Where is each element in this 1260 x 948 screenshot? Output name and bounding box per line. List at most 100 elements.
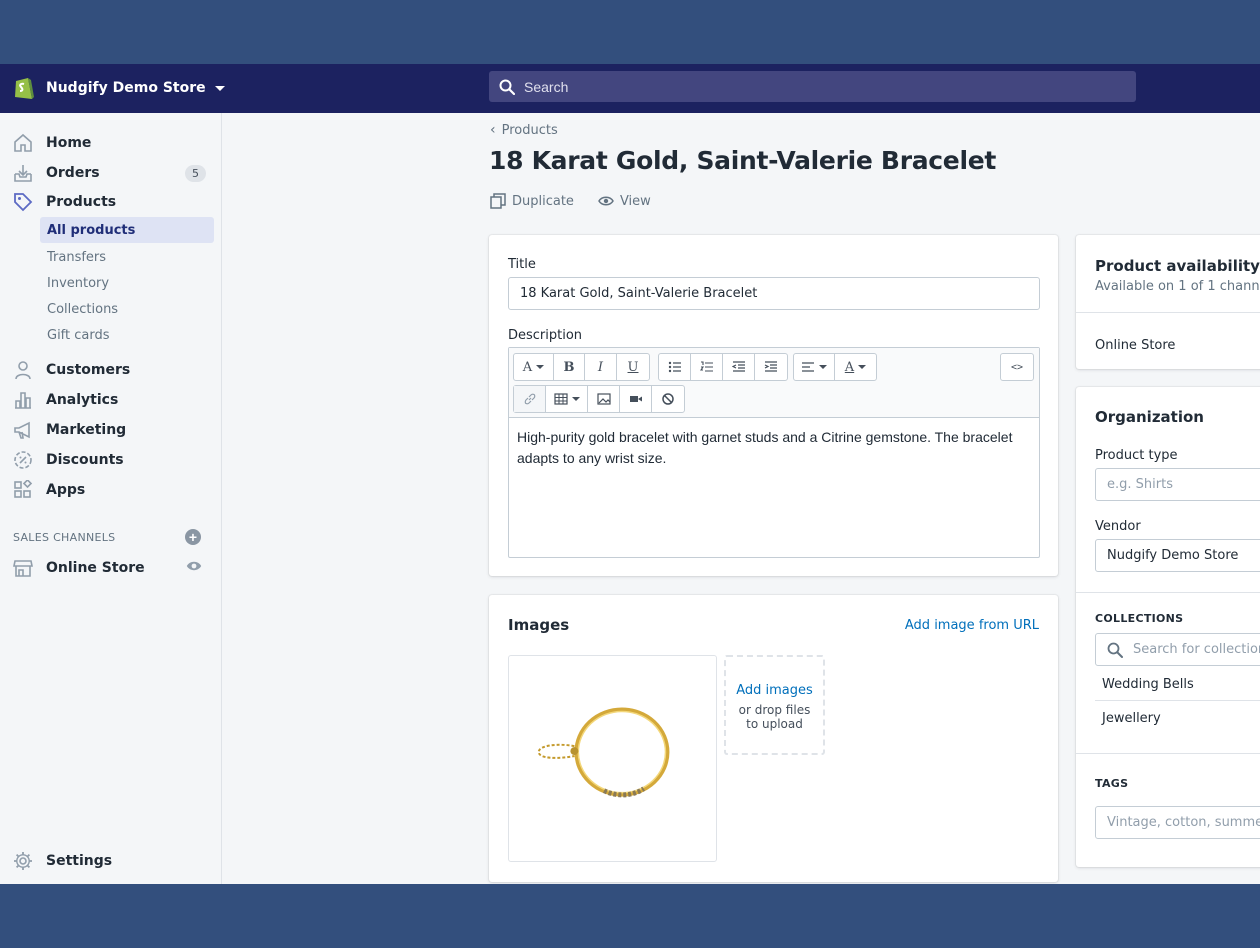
add-images-link[interactable]: Add images: [726, 683, 823, 698]
sidebar-item-orders[interactable]: Orders 5: [12, 161, 212, 185]
view-online-store-button[interactable]: [186, 558, 202, 578]
sidebar-item-label: Analytics: [46, 392, 119, 408]
divider: [1076, 753, 1260, 754]
text-color-icon: A: [844, 359, 855, 375]
divider: [1076, 592, 1260, 593]
discount-icon: [14, 451, 32, 469]
page-title: 18 Karat Gold, Saint-Valerie Bracelet: [489, 146, 997, 175]
font-icon: A: [522, 359, 533, 375]
image-drop-zone[interactable]: Add images or drop files to upload: [724, 655, 825, 755]
sidebar-item-home[interactable]: Home: [12, 131, 212, 155]
description-label: Description: [508, 328, 583, 343]
availability-card: Product availability Available on 1 of 1…: [1076, 235, 1260, 369]
view-button[interactable]: View: [598, 193, 651, 209]
sales-channels-heading: SALES CHANNELS: [13, 531, 116, 544]
shopify-admin-window: Nudgify Demo Store Home Orders 5 Product…: [0, 64, 1260, 884]
collections-search-placeholder: Search for collections: [1133, 642, 1260, 657]
shopify-logo-icon: [15, 78, 34, 99]
sidebar-item-marketing[interactable]: Marketing: [12, 418, 212, 442]
description-editor[interactable]: High-purity gold bracelet with garnet st…: [509, 418, 1039, 478]
sidebar-subitem-transfers[interactable]: Transfers: [40, 244, 214, 270]
duplicate-button[interactable]: Duplicate: [490, 193, 574, 209]
outdent-button[interactable]: [723, 354, 755, 380]
top-bar: Nudgify Demo Store: [0, 64, 1260, 113]
sidebar-item-label: Online Store: [46, 560, 145, 576]
bold-button[interactable]: B: [554, 354, 585, 380]
italic-button[interactable]: I: [585, 354, 617, 380]
bullet-list-button[interactable]: [659, 354, 691, 380]
underline-icon: U: [627, 359, 639, 375]
megaphone-icon: [14, 421, 30, 439]
vendor-field[interactable]: Nudgify Demo Store: [1095, 539, 1260, 572]
person-icon: [15, 361, 31, 380]
sidebar-item-customers[interactable]: Customers: [12, 358, 212, 382]
bar-chart-icon: [15, 392, 31, 409]
divider: [1095, 700, 1260, 701]
store-name: Nudgify Demo Store: [46, 80, 206, 96]
sidebar-subitem-gift-cards[interactable]: Gift cards: [40, 322, 214, 348]
sidebar-item-discounts[interactable]: Discounts: [12, 448, 212, 472]
sidebar-item-label: Apps: [46, 482, 86, 498]
page-actions: Duplicate View: [490, 193, 651, 209]
collection-item: Wedding Bells: [1102, 677, 1194, 692]
sidebar-item-analytics[interactable]: Analytics: [12, 388, 212, 412]
indent-button[interactable]: [755, 354, 787, 380]
breadcrumb-label: Products: [501, 122, 558, 138]
underline-button[interactable]: U: [617, 354, 649, 380]
sidebar-subitem-collections[interactable]: Collections: [40, 296, 214, 322]
bold-icon: B: [563, 359, 575, 375]
table-icon: [553, 393, 568, 405]
italic-icon: I: [597, 359, 604, 375]
insert-image-button[interactable]: [588, 386, 620, 412]
font-format-button[interactable]: A: [514, 354, 554, 380]
sidebar: Home Orders 5 Products All products Tran…: [0, 113, 222, 884]
align-left-icon: [802, 362, 814, 372]
html-toggle-button[interactable]: <>: [1001, 354, 1033, 380]
numbered-list-button[interactable]: [691, 354, 723, 380]
clear-format-icon: [662, 393, 674, 405]
text-color-button[interactable]: A: [835, 354, 876, 380]
product-type-field[interactable]: e.g. Shirts: [1095, 468, 1260, 501]
organization-title: Organization: [1095, 408, 1204, 426]
collections-search-field[interactable]: Search for collections: [1095, 633, 1260, 666]
add-image-from-url-link[interactable]: Add image from URL: [905, 618, 1039, 633]
align-button[interactable]: [794, 354, 835, 380]
sidebar-subitem-all-products[interactable]: All products: [40, 217, 214, 243]
duplicate-icon: [490, 193, 506, 209]
sidebar-item-products[interactable]: Products: [12, 190, 212, 214]
title-field[interactable]: 18 Karat Gold, Saint-Valerie Bracelet: [508, 277, 1040, 310]
home-icon: [14, 133, 32, 152]
product-image[interactable]: [508, 655, 717, 862]
chevron-down-icon: [214, 85, 225, 91]
search-bar[interactable]: [489, 71, 1136, 102]
store-switcher[interactable]: Nudgify Demo Store: [12, 74, 225, 102]
sidebar-item-label: Marketing: [46, 422, 127, 438]
sidebar-item-settings[interactable]: Settings: [12, 849, 212, 873]
tag-icon: [14, 193, 33, 212]
collections-label: COLLECTIONS: [1095, 612, 1184, 625]
search-icon: [1107, 642, 1123, 658]
image-icon: [596, 393, 611, 405]
product-details-card: Title 18 Karat Gold, Saint-Valerie Brace…: [489, 235, 1058, 576]
insert-video-button[interactable]: [620, 386, 652, 412]
add-channel-button[interactable]: +: [185, 529, 201, 545]
tags-field[interactable]: Vintage, cotton, summer: [1095, 806, 1260, 839]
link-button[interactable]: [514, 386, 546, 412]
tags-label: TAGS: [1095, 777, 1129, 790]
rich-text-editor: A B I U A <> High-purity gold bracelet w…: [508, 347, 1040, 558]
table-button[interactable]: [546, 386, 588, 412]
search-input[interactable]: [524, 78, 1136, 95]
sidebar-item-apps[interactable]: Apps: [12, 478, 212, 502]
editor-toolbar: A B I U A <>: [509, 348, 1039, 418]
indent-icon: [764, 361, 777, 372]
sidebar-subitem-inventory[interactable]: Inventory: [40, 270, 214, 296]
sidebar-item-online-store[interactable]: Online Store: [12, 556, 212, 580]
breadcrumb[interactable]: ‹ Products: [490, 122, 558, 138]
bullet-list-icon: [668, 361, 681, 373]
store-icon: [13, 560, 33, 577]
orders-icon: [14, 165, 32, 182]
clear-formatting-button[interactable]: [652, 386, 684, 412]
video-camera-icon: [629, 396, 642, 402]
eye-icon: [186, 561, 202, 571]
sidebar-item-label: Home: [46, 135, 92, 151]
